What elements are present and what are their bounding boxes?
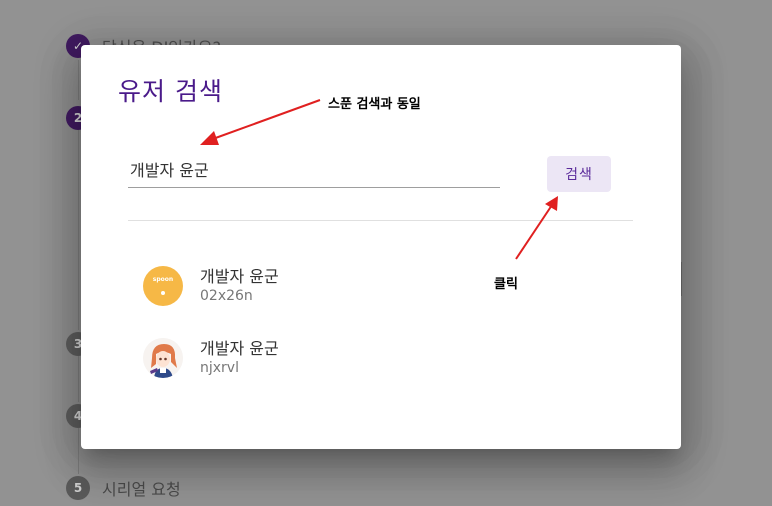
stepper-connector: [78, 428, 79, 474]
avatar-logo-dot: [161, 291, 165, 295]
dialog-title: 유저 검색: [118, 77, 223, 106]
search-results-list: spoon 개발자 윤군 02x26n 개발자 윤군 njxrvl: [143, 250, 603, 394]
step-number: 5: [66, 476, 90, 500]
stepper-step-5: 5 시리얼 요청: [66, 476, 181, 500]
search-field[interactable]: [128, 153, 500, 188]
result-nickname: 개발자 윤군: [200, 267, 279, 286]
step-label: 시리얼 요청: [102, 480, 181, 499]
search-button[interactable]: 검색: [547, 156, 611, 192]
stepper-connector: [78, 130, 79, 330]
list-item[interactable]: 개발자 윤군 njxrvl: [143, 322, 603, 394]
annotation-search-note: 스푼 검색과 동일: [328, 97, 421, 112]
spoon-logo-avatar: spoon: [143, 266, 183, 306]
stepper-connector: [78, 60, 79, 100]
result-names: 개발자 윤군 02x26n: [200, 267, 279, 305]
avatar-logo-text: spoon: [152, 276, 174, 283]
result-tag: 02x26n: [200, 288, 253, 304]
divider: [128, 220, 633, 221]
anime-character-avatar: [143, 338, 183, 378]
list-item[interactable]: spoon 개발자 윤군 02x26n: [143, 250, 603, 322]
anime-character-icon: [143, 338, 183, 378]
annotation-click-note: 클릭: [494, 277, 518, 292]
result-nickname: 개발자 윤군: [200, 339, 279, 358]
search-input[interactable]: [128, 153, 500, 184]
stepper-connector: [78, 356, 79, 402]
result-names: 개발자 윤군 njxrvl: [200, 339, 279, 377]
result-tag: njxrvl: [200, 360, 239, 376]
